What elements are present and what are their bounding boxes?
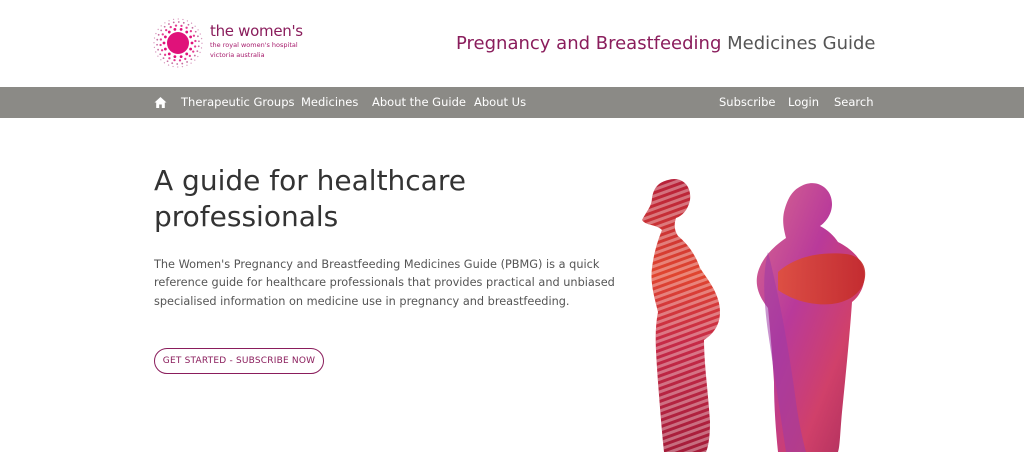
logo-text: the women's the royal women's hospital v… [210, 24, 303, 58]
nav-medicines[interactable]: Medicines [301, 87, 358, 118]
nav-about-the-guide[interactable]: About the Guide [372, 87, 466, 118]
hero-description: The Women's Pregnancy and Breastfeeding … [154, 258, 615, 308]
site-title-rest: Medicines Guide [721, 33, 876, 54]
logo-brand-name: the women's [210, 22, 303, 40]
logo-location: victoria australia [210, 50, 265, 59]
nav-therapeutic-groups[interactable]: Therapeutic Groups [181, 87, 295, 118]
nav-subscribe[interactable]: Subscribe [719, 87, 776, 118]
mothers-silhouette-illustration [642, 179, 866, 452]
home-icon[interactable] [154, 96, 167, 109]
nav-search[interactable]: Search [834, 87, 874, 118]
site-title-accent: Pregnancy and Breastfeeding [456, 33, 722, 54]
main-nav: Therapeutic Groups Medicines About the G… [0, 87, 1024, 118]
hero-title: A guide for healthcare professionals [154, 164, 466, 233]
nav-about-us[interactable]: About Us [474, 87, 526, 118]
get-started-button[interactable]: GET STARTED - SUBSCRIBE NOW [154, 348, 324, 374]
logo-subtitle: the royal women's hospital [210, 41, 298, 49]
pregnant-woman-silhouette [642, 179, 720, 452]
site-header: the women's the royal women's hospital v… [0, 0, 1024, 87]
mother-with-baby-silhouette [756, 183, 866, 452]
nav-login[interactable]: Login [788, 87, 819, 118]
logo-burst-icon [153, 18, 203, 68]
site-title: Pregnancy and Breastfeeding Medicines Gu… [456, 33, 875, 54]
womens-logo[interactable]: the women's the royal women's hospital v… [153, 18, 303, 70]
